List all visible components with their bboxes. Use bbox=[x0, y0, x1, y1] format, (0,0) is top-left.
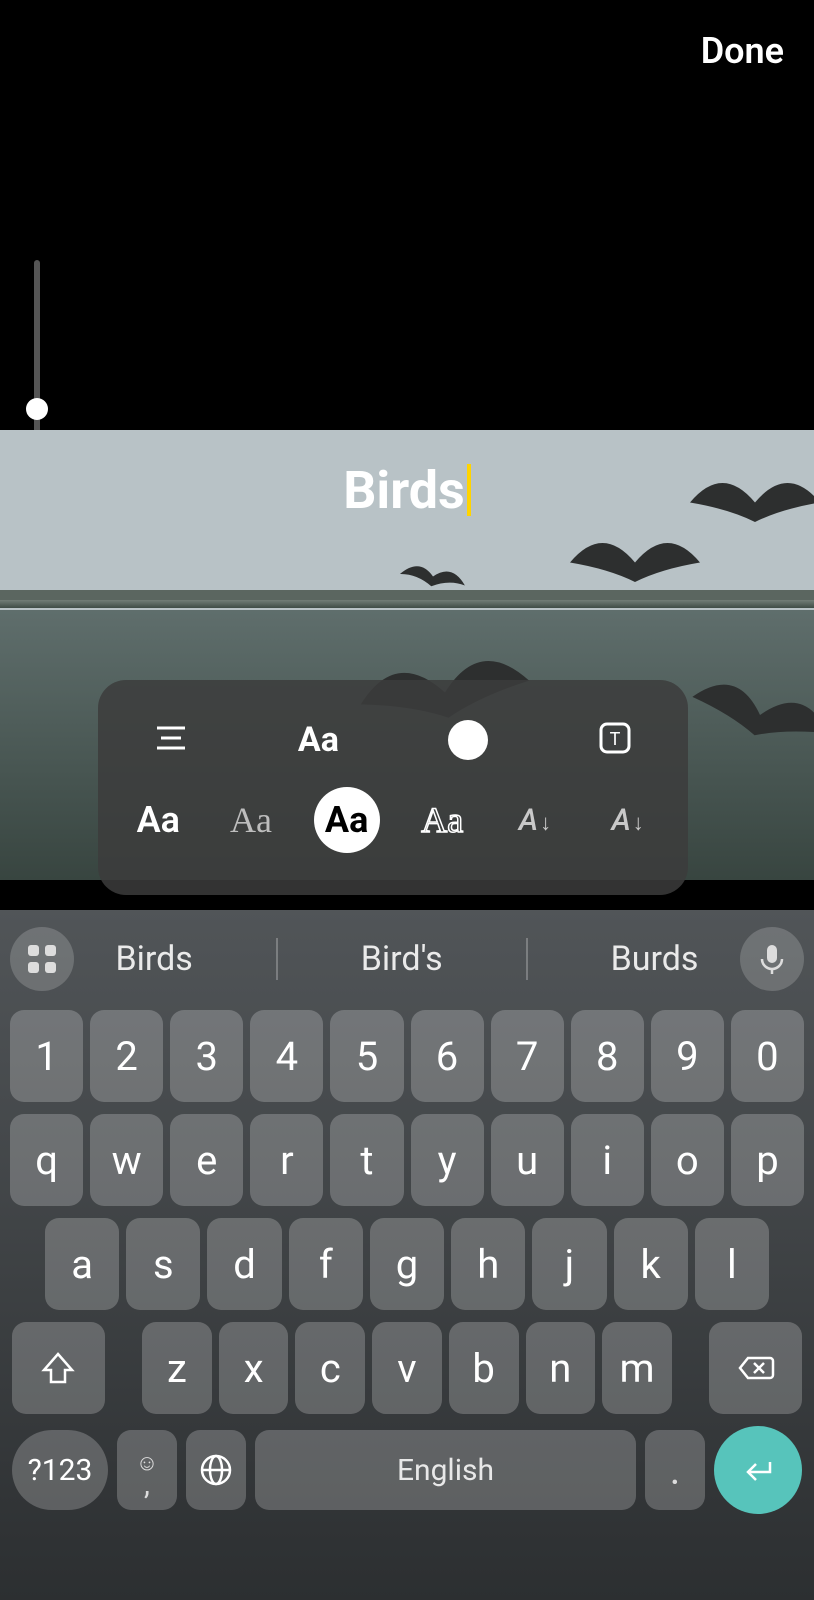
key-w[interactable]: w bbox=[90, 1114, 163, 1206]
bird-silhouette bbox=[683, 663, 814, 767]
key-b[interactable]: b bbox=[449, 1322, 519, 1414]
font-option-4[interactable]: Aa bbox=[412, 799, 472, 841]
key-3[interactable]: 3 bbox=[170, 1010, 243, 1102]
key-r[interactable]: r bbox=[250, 1114, 323, 1206]
suggestion-bar: Birds Bird's Burds bbox=[0, 920, 814, 998]
suggestion-2[interactable]: Bird's bbox=[361, 939, 443, 979]
key-4[interactable]: 4 bbox=[250, 1010, 323, 1102]
key-8[interactable]: 8 bbox=[571, 1010, 644, 1102]
key-9[interactable]: 9 bbox=[651, 1010, 724, 1102]
font-option-3-selected[interactable]: Aa bbox=[314, 787, 380, 853]
emoji-comma-key[interactable]: ☺ , bbox=[117, 1430, 177, 1510]
font-option-6[interactable]: A↓ bbox=[598, 803, 658, 838]
backspace-key[interactable] bbox=[709, 1322, 802, 1414]
suggestion-separator bbox=[276, 938, 278, 980]
key-g[interactable]: g bbox=[370, 1218, 444, 1310]
key-5[interactable]: 5 bbox=[330, 1010, 403, 1102]
text-cursor bbox=[467, 464, 471, 516]
font-option-2[interactable]: Aa bbox=[221, 799, 281, 841]
slider-thumb[interactable] bbox=[26, 398, 48, 420]
key-j[interactable]: j bbox=[532, 1218, 606, 1310]
key-row-qwerty-mid: a s d f g h j k l bbox=[0, 1218, 814, 1310]
voice-input-button[interactable] bbox=[740, 927, 804, 991]
key-o[interactable]: o bbox=[651, 1114, 724, 1206]
key-z[interactable]: z bbox=[142, 1322, 212, 1414]
key-s[interactable]: s bbox=[126, 1218, 200, 1310]
enter-key[interactable] bbox=[714, 1426, 802, 1514]
text-color-button[interactable] bbox=[448, 720, 488, 760]
text-background-button[interactable]: T bbox=[597, 720, 633, 760]
key-v[interactable]: v bbox=[372, 1322, 442, 1414]
key-y[interactable]: y bbox=[411, 1114, 484, 1206]
done-button[interactable]: Done bbox=[701, 30, 784, 72]
suggestion-3[interactable]: Burds bbox=[611, 939, 699, 979]
comma-label: , bbox=[144, 1480, 150, 1490]
suggestion-1[interactable]: Birds bbox=[115, 939, 192, 979]
key-1[interactable]: 1 bbox=[10, 1010, 83, 1102]
font-style-row: Aa Aa Aa Aa A↓ A↓ bbox=[98, 775, 688, 865]
key-q[interactable]: q bbox=[10, 1114, 83, 1206]
text-align-button[interactable] bbox=[153, 720, 189, 760]
key-row-bottom: ?123 ☺ , English . bbox=[0, 1426, 814, 1514]
space-key[interactable]: English bbox=[255, 1430, 636, 1510]
period-label: . bbox=[670, 1447, 681, 1494]
key-row-numbers: 1 2 3 4 5 6 7 8 9 0 bbox=[0, 1010, 814, 1102]
key-row-qwerty-bot: z x c v b n m bbox=[0, 1322, 814, 1414]
soft-keyboard: Birds Bird's Burds 1 2 3 4 5 6 7 8 9 0 q… bbox=[0, 910, 814, 1600]
period-key[interactable]: . bbox=[645, 1430, 705, 1510]
key-t[interactable]: t bbox=[330, 1114, 403, 1206]
text-overlay-input[interactable]: Birds bbox=[0, 460, 814, 521]
font-size-button[interactable]: Aa bbox=[298, 720, 339, 760]
key-h[interactable]: h bbox=[451, 1218, 525, 1310]
keyboard-apps-button[interactable] bbox=[10, 927, 74, 991]
font-option-1[interactable]: Aa bbox=[128, 799, 188, 841]
shift-key[interactable] bbox=[12, 1322, 105, 1414]
horizon-line bbox=[0, 600, 814, 608]
key-n[interactable]: n bbox=[526, 1322, 596, 1414]
key-k[interactable]: k bbox=[614, 1218, 688, 1310]
key-e[interactable]: e bbox=[170, 1114, 243, 1206]
key-0[interactable]: 0 bbox=[731, 1010, 804, 1102]
key-l[interactable]: l bbox=[695, 1218, 769, 1310]
font-option-5[interactable]: A↓ bbox=[505, 803, 565, 838]
key-d[interactable]: d bbox=[207, 1218, 281, 1310]
key-m[interactable]: m bbox=[602, 1322, 672, 1414]
key-2[interactable]: 2 bbox=[90, 1010, 163, 1102]
key-u[interactable]: u bbox=[491, 1114, 564, 1206]
key-f[interactable]: f bbox=[289, 1218, 363, 1310]
key-c[interactable]: c bbox=[295, 1322, 365, 1414]
text-overlay-value: Birds bbox=[343, 460, 465, 521]
svg-text:T: T bbox=[610, 729, 621, 750]
bird-silhouette bbox=[570, 530, 700, 595]
text-tool-panel: Aa T Aa Aa Aa Aa A↓ A↓ bbox=[98, 680, 688, 895]
key-a[interactable]: a bbox=[45, 1218, 119, 1310]
key-row-qwerty-top: q w e r t y u i o p bbox=[0, 1114, 814, 1206]
language-switch-key[interactable] bbox=[186, 1430, 246, 1510]
suggestion-separator bbox=[526, 938, 528, 980]
key-6[interactable]: 6 bbox=[411, 1010, 484, 1102]
symbols-key[interactable]: ?123 bbox=[12, 1430, 108, 1510]
key-7[interactable]: 7 bbox=[491, 1010, 564, 1102]
key-i[interactable]: i bbox=[571, 1114, 644, 1206]
key-x[interactable]: x bbox=[219, 1322, 289, 1414]
key-p[interactable]: p bbox=[731, 1114, 804, 1206]
